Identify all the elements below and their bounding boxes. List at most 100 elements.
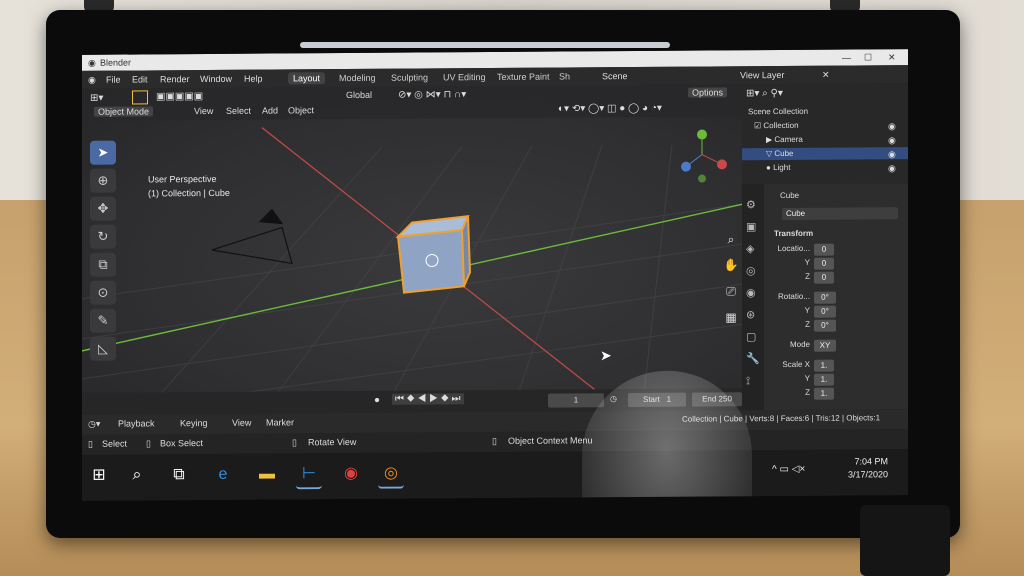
timeline-menu-marker[interactable]: Marker: [266, 417, 294, 427]
tab-layout[interactable]: Layout: [288, 72, 326, 85]
scale-z-field[interactable]: 1.: [814, 387, 834, 400]
timeline-menu-playback[interactable]: Playback: [118, 418, 155, 428]
select-mode-icons[interactable]: ▣▣▣▣▣: [156, 91, 203, 102]
scene-statistics: Collection | Cube | Verts:8 | Faces:6 | …: [682, 413, 881, 424]
close-button[interactable]: ✕: [888, 52, 896, 63]
header-menu-view[interactable]: View: [194, 106, 213, 116]
outliner-filter-icons[interactable]: ⊞▾ ⌕ ⚲▾: [746, 88, 783, 100]
location-y-field[interactable]: 0: [814, 257, 834, 270]
start-frame-field[interactable]: Start 1: [628, 392, 686, 408]
annotate-tool-icon[interactable]: ✎: [90, 308, 116, 333]
perspective-label: User Perspective: [148, 173, 217, 185]
header-menu-add[interactable]: Add: [262, 106, 278, 116]
menu-help[interactable]: Help: [244, 74, 263, 84]
task-view-icon[interactable]: ⧉: [166, 462, 192, 488]
current-frame-field[interactable]: 1: [548, 393, 604, 408]
rotation-mode-dropdown[interactable]: XY: [814, 339, 836, 352]
menu-render[interactable]: Render: [160, 74, 190, 84]
system-tray-icons[interactable]: ^ ▭ ◁×: [772, 464, 805, 475]
transform-section-header[interactable]: Transform: [774, 228, 813, 240]
scale-y-field[interactable]: 1.: [814, 373, 834, 386]
transform-orientation-dropdown[interactable]: Global: [346, 90, 372, 100]
scene-label[interactable]: Scene: [602, 71, 628, 81]
collection-checkbox-icon[interactable]: ☑: [754, 121, 763, 130]
pan-hand-icon[interactable]: ✋: [722, 252, 740, 278]
tab-modeling[interactable]: Modeling: [334, 72, 381, 84]
tab-shading[interactable]: Sh: [554, 70, 575, 82]
rotation-y-field[interactable]: 0°: [814, 305, 836, 318]
properties-tabs: ⚙ ▣ ◈ ◎ ◉ ⊛ ▢ 🔧 ⟟: [742, 184, 764, 411]
timeline-editor-icon[interactable]: ◷▾: [88, 419, 100, 430]
playback-buttons[interactable]: ⏮ ◆ ◀ ▶ ◆ ⏭: [392, 393, 464, 405]
maximize-button[interactable]: ☐: [864, 52, 872, 63]
blender-launcher-icon[interactable]: ⊢: [296, 461, 322, 490]
move-tool-icon[interactable]: ✥: [90, 196, 116, 221]
location-label: Locatio...: [777, 243, 810, 254]
select-box-icon[interactable]: [132, 90, 148, 105]
select-tool-icon[interactable]: ➤: [90, 140, 116, 165]
menu-file[interactable]: File: [106, 75, 121, 85]
transform-tool-icon[interactable]: ⊙: [90, 280, 116, 305]
rotate-tool-icon[interactable]: ↻: [90, 224, 116, 249]
mouse-right-icon: ▯: [292, 437, 297, 448]
navigation-gizmo[interactable]: [681, 129, 727, 183]
outliner-item-collection-label: Collection: [763, 120, 799, 131]
status-context-icon: ▯: [492, 435, 497, 447]
options-dropdown[interactable]: Options: [688, 87, 728, 98]
outliner-panel: ⊞▾ ⌕ ⚲▾ Scene Collection ☑ Collection ▶ …: [742, 83, 908, 185]
blender-menu-icon[interactable]: ◉: [88, 75, 96, 86]
menu-edit[interactable]: Edit: [132, 74, 148, 84]
scale-z-axis-label: Z: [805, 387, 810, 397]
object-mode-dropdown[interactable]: Object Mode: [94, 106, 154, 117]
camera-object[interactable]: [211, 208, 293, 265]
search-icon[interactable]: ⌕: [124, 462, 150, 488]
outliner-item-cube[interactable]: ▽ Cube: [742, 146, 908, 161]
record-button[interactable]: ●: [374, 395, 380, 406]
timeline-menu-view[interactable]: View: [232, 418, 251, 428]
clock-icon: ◷: [610, 394, 617, 404]
view-layer-close-icon[interactable]: ✕: [822, 70, 830, 81]
blender-taskbar-icon[interactable]: ◎: [378, 460, 404, 489]
taskbar-clock[interactable]: 7:04 PM 3/17/2020: [848, 455, 888, 481]
view-layer-label[interactable]: View Layer: [740, 70, 784, 80]
grid-view-icon[interactable]: ▦: [722, 304, 740, 330]
cube-object[interactable]: [395, 215, 472, 294]
tab-uv-editing[interactable]: UV Editing: [438, 71, 491, 83]
object-name-field[interactable]: Cube: [782, 207, 898, 220]
scene-collection-label[interactable]: Scene Collection: [748, 106, 808, 118]
minimize-button[interactable]: —: [842, 53, 851, 63]
measure-tool-icon[interactable]: ◺: [90, 336, 116, 361]
location-z-field[interactable]: 0: [814, 271, 834, 284]
snap-icons[interactable]: ⊘▾ ◎ ⋈▾ ⊓ ∩▾: [398, 89, 466, 100]
outliner-item-light[interactable]: ● Light: [766, 162, 790, 174]
property-tab-icons[interactable]: ⚙ ▣ ◈ ◎ ◉ ⊛ ▢ 🔧 ⟟: [746, 194, 760, 392]
timeline-menu-keying[interactable]: Keying: [180, 418, 208, 428]
visibility-eye-icons[interactable]: ◉ ◉ ◉ ◉: [888, 119, 896, 175]
windows-start-icon[interactable]: ⊞: [86, 463, 112, 489]
zoom-icon[interactable]: ⌕: [722, 226, 740, 252]
editor-type-icon[interactable]: ⊞▾: [90, 93, 103, 104]
header-menu-object[interactable]: Object: [288, 105, 314, 115]
menu-window[interactable]: Window: [200, 74, 232, 84]
rotation-x-field[interactable]: 0°: [814, 291, 836, 304]
location-x-field[interactable]: 0: [814, 243, 834, 256]
rotation-z-field[interactable]: 0°: [814, 319, 836, 332]
cursor-tool-icon[interactable]: ⊕: [90, 168, 116, 193]
tab-sculpting[interactable]: Sculpting: [386, 71, 433, 83]
edge-browser-icon[interactable]: e: [210, 462, 236, 488]
end-frame-field[interactable]: End 250: [692, 392, 742, 407]
scale-x-field[interactable]: 1.: [814, 359, 834, 372]
shading-icons[interactable]: ◐▾ ⟲▾ ◯▾ ◫ ● ◯ ◕ ◔▾: [558, 103, 662, 115]
3d-viewport[interactable]: User Perspective (1) Collection | Cube ⌕…: [82, 84, 742, 415]
scale-tool-icon[interactable]: ⧉: [90, 252, 116, 277]
file-explorer-icon[interactable]: ▬: [254, 462, 280, 488]
outliner-item-collection[interactable]: ☑ Collection: [754, 120, 799, 132]
header-menu-select[interactable]: Select: [226, 106, 251, 116]
camera-view-icon[interactable]: ⎚: [722, 278, 740, 304]
clock-date: 3/17/2020: [847, 469, 888, 480]
chrome-icon[interactable]: ◉: [338, 461, 364, 487]
tab-texture-paint[interactable]: Texture Paint: [492, 71, 555, 83]
outliner-item-camera[interactable]: ▶ Camera: [766, 134, 803, 146]
status-rotate-view: Rotate View: [308, 436, 357, 448]
status-select: Select: [102, 438, 128, 449]
